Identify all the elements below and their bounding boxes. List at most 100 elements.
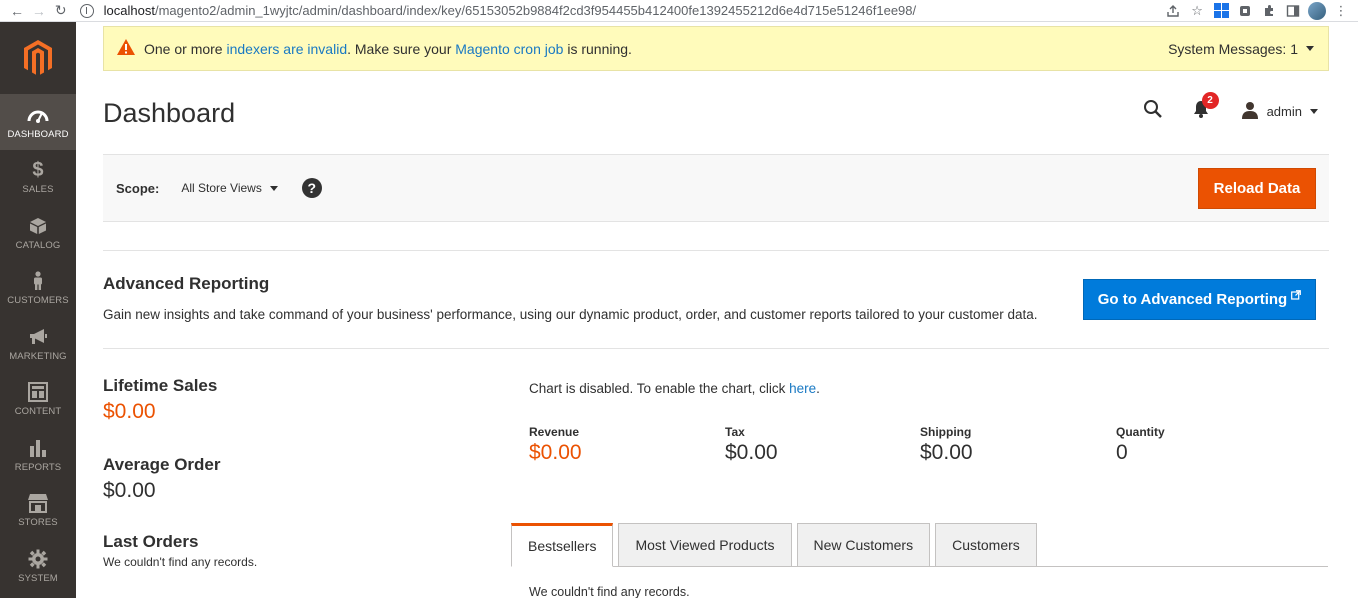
- store-view-value: All Store Views: [181, 181, 262, 195]
- section-divider: [103, 250, 1329, 251]
- sidebar-item-label: SYSTEM: [18, 572, 58, 584]
- system-messages-toggle[interactable]: System Messages: 1: [1168, 41, 1328, 57]
- tab-bestsellers[interactable]: Bestsellers: [511, 523, 614, 567]
- tab-content-empty: We couldn't find any records.: [529, 585, 690, 598]
- chevron-down-icon: [269, 185, 278, 191]
- scope-label: Scope:: [116, 180, 160, 196]
- reload-icon[interactable]: ↻: [50, 0, 72, 22]
- lifetime-sales-label: Lifetime Sales: [103, 376, 218, 395]
- warning-icon: [116, 38, 136, 59]
- box-icon: [29, 215, 47, 237]
- puzzle-icon[interactable]: [1260, 2, 1278, 20]
- external-link-icon: [1291, 287, 1302, 304]
- user-icon: [1241, 101, 1259, 122]
- tab-customers[interactable]: Customers: [935, 523, 1037, 567]
- system-message-text: One or more indexers are invalid. Make s…: [144, 40, 632, 57]
- tab-most-viewed-products[interactable]: Most Viewed Products: [618, 523, 792, 567]
- last-orders-empty: We couldn't find any records.: [103, 555, 258, 569]
- megaphone-icon: [28, 326, 48, 348]
- tab-new-customers[interactable]: New Customers: [796, 523, 931, 567]
- metric-label: Revenue: [529, 425, 580, 439]
- bookmark-star-icon[interactable]: ☆: [1188, 2, 1206, 20]
- store-icon: [27, 492, 49, 514]
- admin-sidebar: DASHBOARD $ SALES CATALOG CUSTOMERS MARK…: [0, 22, 76, 598]
- sidebar-item-label: DASHBOARD: [7, 128, 69, 140]
- metric-value: $0.00: [920, 441, 973, 464]
- sidebar-item-system[interactable]: SYSTEM: [0, 538, 76, 594]
- sidebar-item-label: STORES: [18, 517, 58, 529]
- bar-chart-icon: [28, 437, 48, 459]
- metric-value: $0.00: [725, 441, 778, 464]
- sidebar-item-customers[interactable]: CUSTOMERS: [0, 261, 76, 317]
- sidebar-item-label: CONTENT: [14, 406, 62, 418]
- advanced-reporting-description: Gain new insights and take command of yo…: [103, 307, 1038, 322]
- metric-label: Shipping: [920, 425, 972, 439]
- site-info-icon[interactable]: [79, 3, 94, 18]
- indexers-invalid-link[interactable]: indexers are invalid: [226, 41, 347, 57]
- sidebar-item-sales[interactable]: $ SALES: [0, 150, 76, 206]
- user-name: admin: [1266, 103, 1302, 119]
- system-message-bar: One or more indexers are invalid. Make s…: [103, 26, 1329, 71]
- section-divider: [103, 348, 1329, 349]
- sidebar-item-label: CATALOG: [15, 239, 61, 251]
- page-title: Dashboard: [103, 98, 236, 128]
- header-actions: 2 admin: [1143, 91, 1318, 124]
- sidebar-item-marketing[interactable]: MARKETING: [0, 316, 76, 372]
- dashboard-tabs: Bestsellers Most Viewed Products New Cus…: [511, 523, 1037, 567]
- sidebar-item-label: SALES: [22, 184, 54, 196]
- sidebar-item-catalog[interactable]: CATALOG: [0, 205, 76, 261]
- metric-shipping: Shipping $0.00: [920, 425, 973, 465]
- advanced-reporting-button-label: Go to Advanced Reporting: [1097, 291, 1288, 308]
- reload-data-button[interactable]: Reload Data: [1198, 168, 1316, 209]
- metric-value: 0: [1116, 441, 1128, 464]
- search-icon[interactable]: [1143, 99, 1163, 124]
- sidebar-item-label: CUSTOMERS: [7, 295, 69, 307]
- magento-logo-icon[interactable]: [0, 22, 76, 94]
- user-menu[interactable]: admin: [1241, 101, 1318, 122]
- dollar-icon: $: [32, 158, 44, 181]
- notifications-badge: 2: [1201, 91, 1219, 109]
- sidebar-item-content[interactable]: CONTENT: [0, 372, 76, 428]
- enable-chart-link[interactable]: here: [789, 381, 816, 396]
- go-to-advanced-reporting-button[interactable]: Go to Advanced Reporting: [1083, 279, 1316, 320]
- browser-toolbar: ← → ↻ localhost/magento2/admin_1wyjtc/ad…: [0, 0, 1358, 22]
- layout-icon: [28, 381, 48, 403]
- sidebar-item-stores[interactable]: STORES: [0, 483, 76, 539]
- chart-disabled-note: Chart is disabled. To enable the chart, …: [529, 381, 820, 396]
- average-order-label: Average Order: [103, 455, 221, 474]
- system-messages-count: System Messages: 1: [1168, 40, 1298, 57]
- person-icon: [32, 270, 44, 292]
- notifications-bell[interactable]: 2: [1193, 91, 1219, 123]
- url-host: localhost: [103, 3, 155, 18]
- sidebar-item-dashboard[interactable]: DASHBOARD: [0, 94, 76, 150]
- profile-avatar[interactable]: [1308, 1, 1327, 20]
- share-icon[interactable]: [1164, 2, 1182, 20]
- dashboard-icon: [27, 104, 49, 126]
- scope-bar: Scope: All Store Views ? Reload Data: [103, 154, 1329, 222]
- cron-job-link[interactable]: Magento cron job: [455, 41, 563, 57]
- chevron-down-icon: [1306, 46, 1314, 51]
- back-arrow-icon[interactable]: ←: [6, 0, 28, 22]
- sidebar-item-reports[interactable]: REPORTS: [0, 427, 76, 483]
- metric-value: $0.00: [529, 441, 582, 464]
- forward-arrow-icon[interactable]: →: [28, 0, 50, 22]
- extension-icon[interactable]: [1236, 2, 1254, 20]
- side-panel-icon[interactable]: [1284, 2, 1302, 20]
- help-icon[interactable]: ?: [301, 178, 322, 198]
- metric-label: Quantity: [1116, 425, 1165, 439]
- average-order-value: $0.00: [103, 479, 156, 502]
- store-view-switcher[interactable]: All Store Views: [181, 181, 278, 195]
- lifetime-sales-value: $0.00: [103, 400, 156, 423]
- last-orders-label: Last Orders: [103, 532, 199, 551]
- chevron-down-icon: [1310, 108, 1318, 114]
- menu-kebab-icon[interactable]: ⋮: [1332, 2, 1350, 20]
- sidebar-item-label: REPORTS: [14, 461, 62, 473]
- metric-quantity: Quantity 0: [1116, 425, 1165, 465]
- gear-icon: [28, 548, 48, 570]
- main-content: One or more indexers are invalid. Make s…: [76, 22, 1358, 598]
- address-bar[interactable]: localhost/magento2/admin_1wyjtc/admin/da…: [79, 1, 1164, 21]
- windows-extension-icon[interactable]: [1212, 2, 1230, 20]
- sidebar-item-label: MARKETING: [9, 350, 67, 362]
- metric-tax: Tax $0.00: [725, 425, 778, 465]
- metric-label: Tax: [725, 425, 745, 439]
